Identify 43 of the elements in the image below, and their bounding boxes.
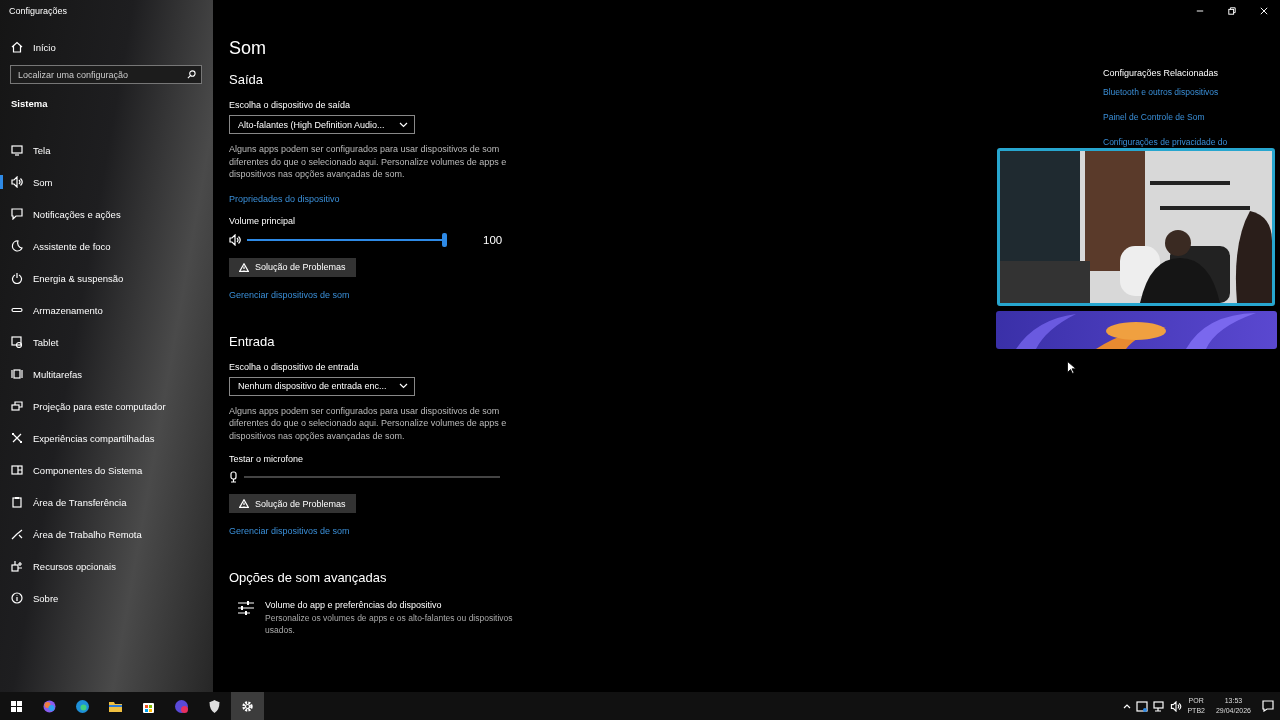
setting-description: Personalize os volumes de apps e os alto-falantes ou dispositivos usados. [265,612,514,636]
sidebar-item[interactable]: Área de Transferência [0,486,213,518]
sidebar-item[interactable]: Sobre [0,582,213,614]
related-link[interactable]: Painel de Controle de Som [1103,112,1228,122]
description-text: Alguns apps podem ser configurados para usar dispositivos de som diferentes do que o selecionado aqui. Personalize volumes de apps e dispositivos nas opções avançadas de som. [229,404,508,442]
sidebar-item[interactable]: Multitarefas [0,358,213,390]
window-title: Configurações [8,5,69,18]
field-label: Escolha o dispositivo de entrada [229,361,359,372]
sidebar-item[interactable]: Notificações e ações [0,198,213,230]
description-text: Alguns apps podem ser configurados para usar dispositivos de som diferentes do que o selecionado aqui. Personalize volumes de apps e dispositivos nas opções avançadas de som. [229,143,508,181]
section-heading: Entrada [229,333,275,350]
sidebar-item[interactable]: Tela [0,134,213,166]
home-link[interactable]: Início [33,41,56,53]
sidebar-item[interactable]: Assistente de foco [0,230,213,262]
troubleshoot-button[interactable]: Solução de Problemas [229,494,356,513]
section-heading: Opções de som avançadas [229,570,387,586]
sidebar-item[interactable]: Tablet [0,326,213,358]
search-field[interactable]: Localizar uma configuração [10,65,202,84]
field-label: Testar o microfone [229,454,304,464]
section-heading: Sistema [10,98,49,111]
sidebar-item[interactable]: Som [0,166,213,198]
volume-reading: 100 [483,233,503,246]
sidebar-item[interactable]: Área de Trabalho Remota [0,518,213,550]
sidebar-item[interactable]: Energia & suspensão [0,262,213,294]
field-label: Escolha o dispositivo de saída [229,100,351,110]
link[interactable]: Propriedades do dispositivo [229,193,340,204]
related-heading: Configurações Relacionadas [1103,68,1220,78]
field-label: Volume principal [229,215,296,226]
sidebar-item[interactable]: Armazenamento [0,294,213,326]
related-link[interactable]: Configurações de privacidade do [1103,137,1228,147]
link[interactable]: Gerenciar dispositivos de som [229,526,350,536]
related-link[interactable]: Bluetooth e outros dispositivos [1103,87,1228,97]
setting-title[interactable]: Volume do app e preferências do dispositivo [265,600,525,610]
sidebar-item[interactable]: Componentes do Sistema [0,454,213,486]
device-dropdown[interactable]: Nenhum dispositivo de entrada enc... [229,376,415,396]
sidebar-item[interactable]: Experiências compartilhadas [0,422,213,454]
sidebar-item[interactable]: Projeção para este computador [0,390,213,422]
section-heading: Saída [229,72,263,88]
sidebar-item[interactable]: Recursos opcionais [0,550,213,582]
device-dropdown[interactable]: Alto-falantes (High Definition Audio... [229,115,415,134]
link[interactable]: Gerenciar dispositivos de som [229,289,350,300]
troubleshoot-button[interactable]: Solução de Problemas [229,257,356,277]
page-title: Som [229,38,266,60]
